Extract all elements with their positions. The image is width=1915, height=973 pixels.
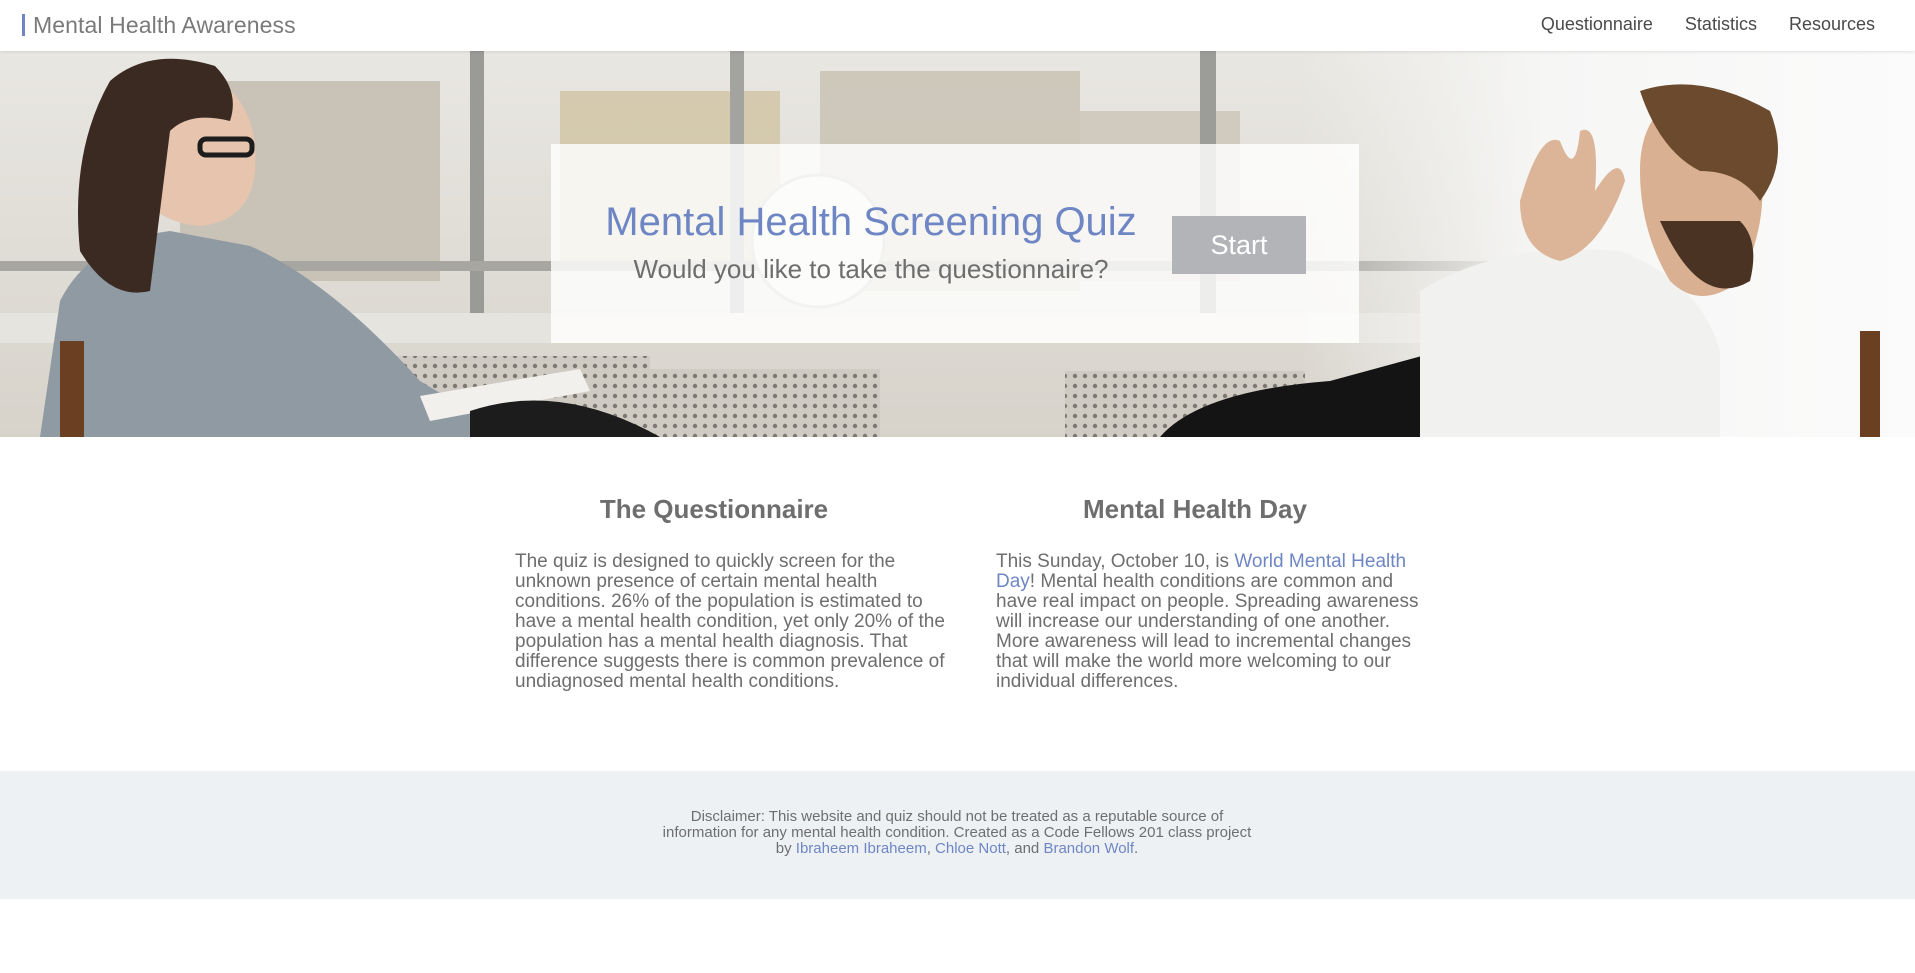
health-day-heading: Mental Health Day — [1083, 494, 1307, 524]
author-link-chloe[interactable]: Chloe Nott — [935, 840, 1006, 857]
quiz-invite-card: Mental Health Screening Quiz Would you l… — [551, 144, 1359, 343]
top-navbar: Mental Health Awareness Questionnaire St… — [0, 0, 1915, 51]
hero-subtitle: Would you like to take the questionnaire… — [633, 254, 1109, 284]
health-day-text-start: This Sunday, October 10, is — [996, 551, 1235, 572]
author-link-brandon[interactable]: Brandon Wolf — [1043, 840, 1134, 857]
nav-link-statistics[interactable]: Statistics — [1685, 14, 1757, 35]
hero-title: Mental Health Screening Quiz — [605, 200, 1137, 244]
questionnaire-description: The quiz is designed to quickly screen f… — [515, 551, 945, 692]
brand-title: Mental Health Awareness — [33, 11, 296, 38]
author-separator-2: , and — [1005, 840, 1044, 857]
questionnaire-heading: The Questionnaire — [599, 494, 829, 524]
nav-link-resources[interactable]: Resources — [1789, 14, 1875, 35]
site-brand[interactable]: Mental Health Awareness — [22, 10, 296, 40]
footer-disclaimer: Disclaimer: This website and quiz should… — [662, 809, 1252, 857]
disclaimer-end: . — [1134, 840, 1139, 857]
author-link-ibraheem[interactable]: Ibraheem Ibraheem — [796, 840, 927, 857]
nav-link-questionnaire[interactable]: Questionnaire — [1541, 14, 1653, 35]
hero-banner: Mental Health Screening Quiz Would you l… — [0, 51, 1915, 437]
brand-accent-bar — [22, 14, 25, 36]
author-separator-1: , — [926, 840, 936, 857]
start-button[interactable]: Start — [1172, 216, 1306, 274]
health-day-description: This Sunday, October 10, is World Mental… — [996, 552, 1436, 692]
main-nav: Questionnaire Statistics Resources — [1541, 14, 1875, 35]
health-day-text-end: ! Mental health conditions are common an… — [996, 571, 1419, 692]
page-footer: Disclaimer: This website and quiz should… — [0, 771, 1915, 899]
